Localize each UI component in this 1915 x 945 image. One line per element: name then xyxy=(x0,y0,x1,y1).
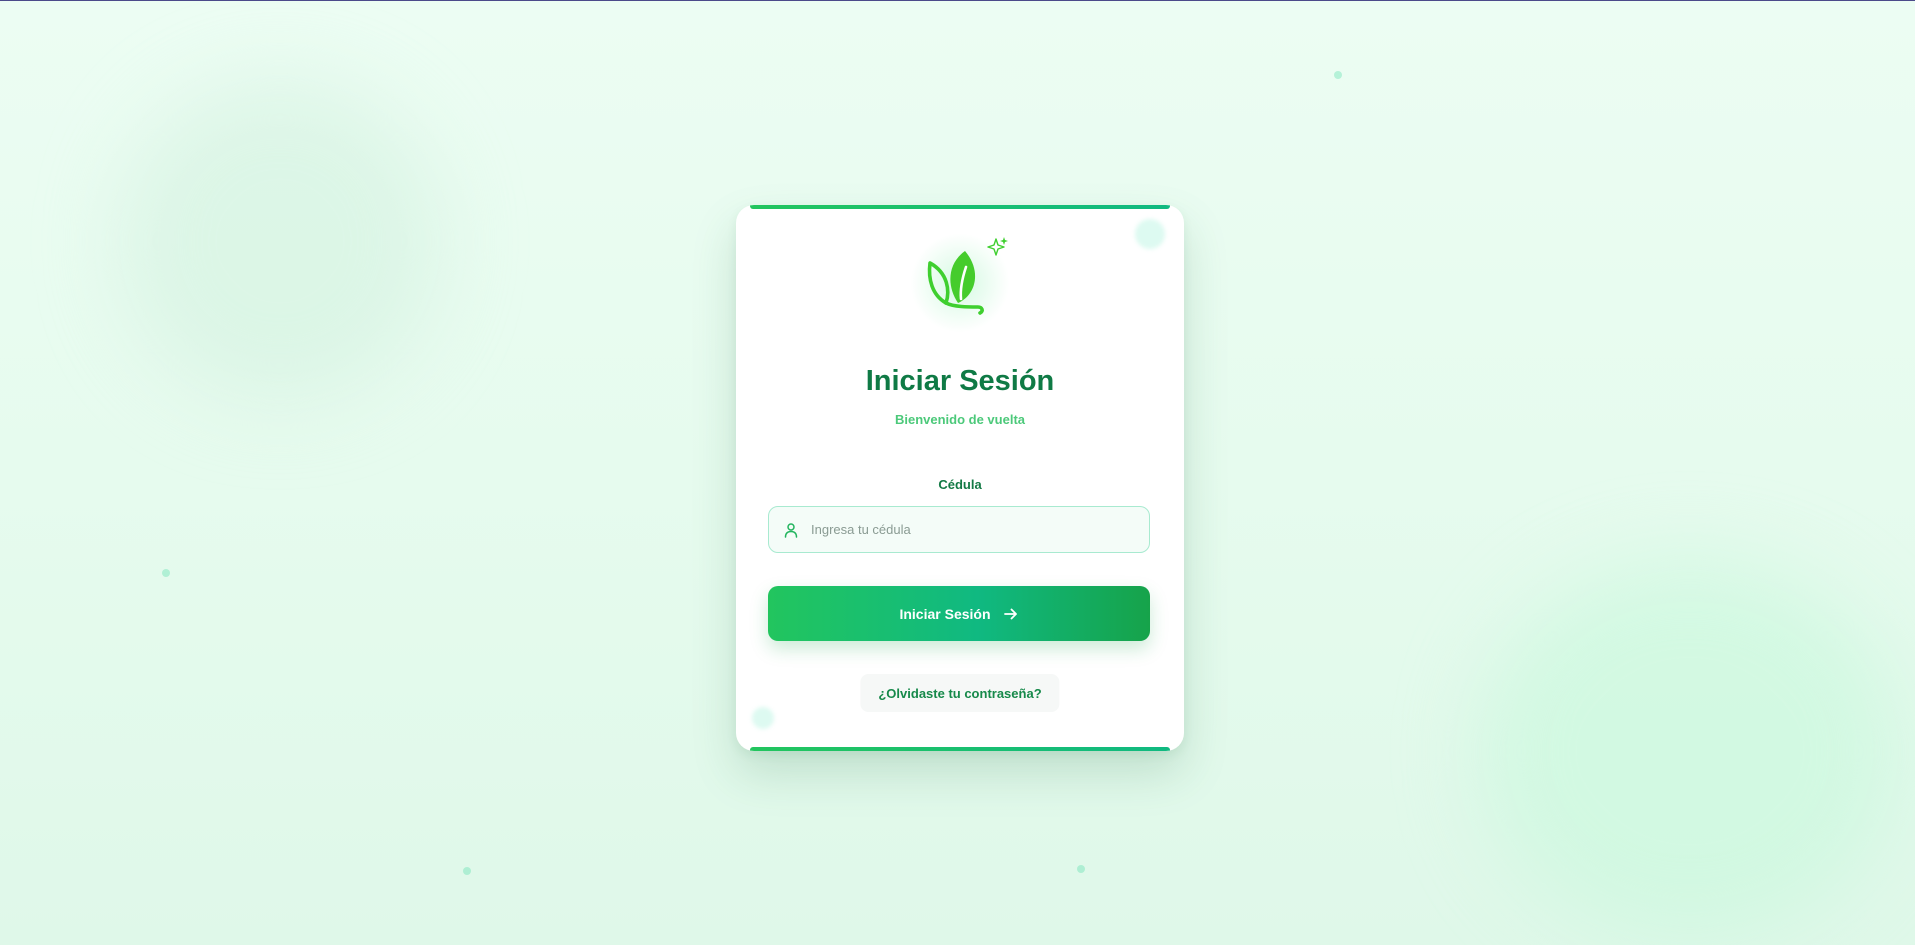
user-icon xyxy=(783,522,799,538)
card-top-accent xyxy=(750,205,1170,209)
arrow-right-icon xyxy=(1003,606,1019,622)
cedula-input[interactable] xyxy=(809,521,1133,538)
card-bubble xyxy=(752,707,774,729)
page-title: Iniciar Sesión xyxy=(865,365,1055,397)
background-blob xyxy=(1480,561,1900,941)
leaf-logo-icon xyxy=(927,237,1008,315)
background-dot xyxy=(1334,71,1342,79)
cedula-field[interactable] xyxy=(768,506,1150,553)
forgot-password-link[interactable]: ¿Olvidaste tu contraseña? xyxy=(860,674,1060,712)
page-subtitle: Bienvenido de vuelta xyxy=(894,412,1026,427)
background-dot xyxy=(1077,865,1085,873)
login-button-label: Iniciar Sesión xyxy=(899,605,991,622)
card-bottom-accent xyxy=(750,747,1170,751)
background-blob xyxy=(120,81,440,401)
login-card: Iniciar Sesión Bienvenido de vuelta Cédu… xyxy=(736,205,1184,751)
card-bubble xyxy=(1135,219,1165,249)
logo xyxy=(895,233,1025,333)
sparkle-icon xyxy=(987,237,1008,256)
background-dot xyxy=(162,569,170,577)
cedula-label: Cédula xyxy=(938,477,982,492)
login-button[interactable]: Iniciar Sesión xyxy=(768,586,1150,641)
background-dot xyxy=(463,867,471,875)
